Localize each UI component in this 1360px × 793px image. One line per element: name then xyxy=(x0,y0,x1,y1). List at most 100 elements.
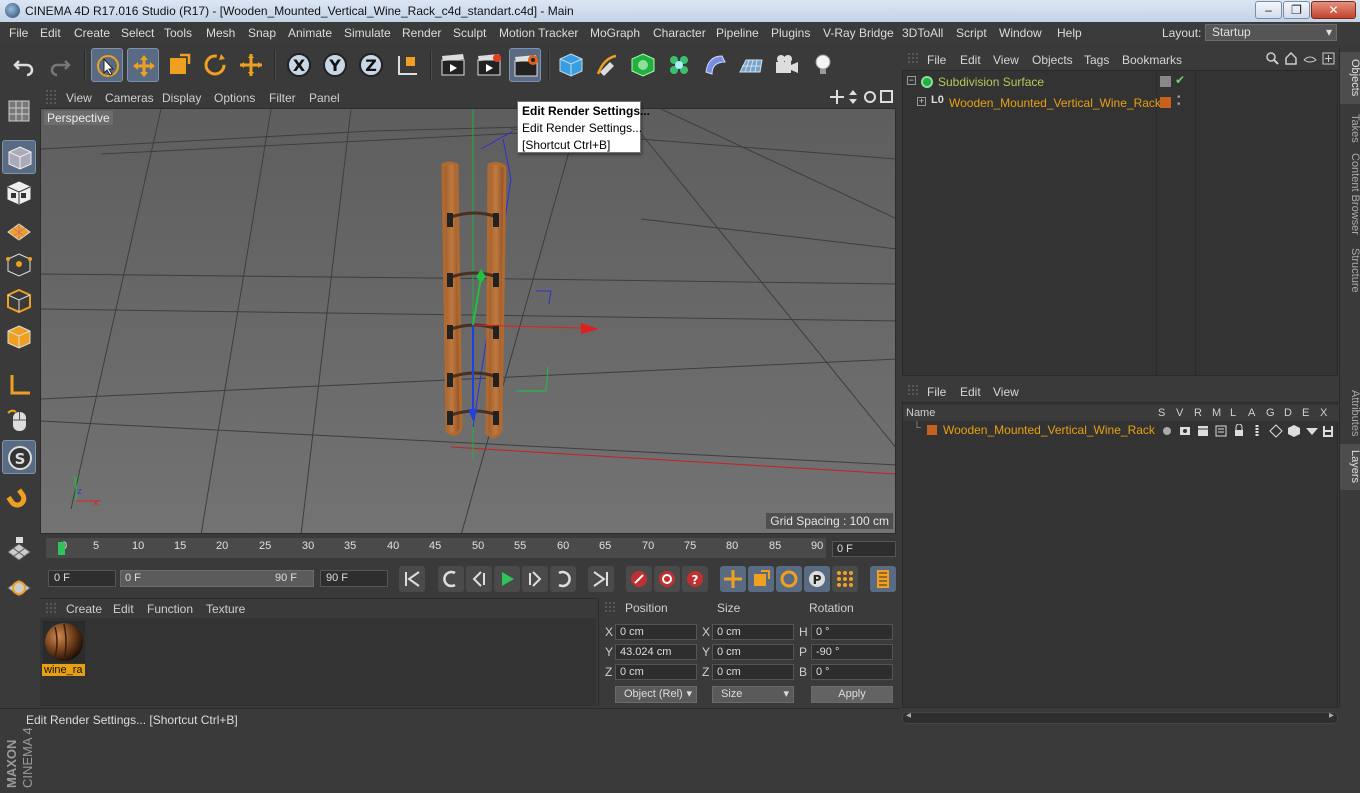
render-view-button[interactable] xyxy=(437,48,469,82)
material-menu-edit[interactable]: Edit xyxy=(113,602,134,616)
layer-toggle-icons[interactable] xyxy=(1161,424,1333,438)
col-deformers[interactable]: D xyxy=(1284,407,1292,419)
key-scale-button[interactable] xyxy=(748,566,774,592)
menu-create[interactable]: Create xyxy=(74,26,110,40)
floor-button[interactable] xyxy=(735,48,767,82)
menu-render[interactable]: Render xyxy=(402,26,441,40)
menu-simulate[interactable]: Simulate xyxy=(344,26,391,40)
make-editable-button[interactable] xyxy=(2,94,36,128)
autokeying-button[interactable] xyxy=(654,566,680,592)
col-name[interactable]: Name xyxy=(906,407,935,419)
previous-key-button[interactable] xyxy=(438,566,464,592)
edge-mode-button[interactable] xyxy=(2,284,36,318)
col-animation[interactable]: A xyxy=(1248,407,1255,419)
object-menu-view[interactable]: View xyxy=(993,53,1019,67)
preview-range-slider[interactable]: 0 F 90 F xyxy=(120,570,314,587)
menu-help[interactable]: Help xyxy=(1057,26,1082,40)
layer-color-swatch[interactable] xyxy=(927,425,937,435)
menu-sculpt[interactable]: Sculpt xyxy=(453,26,486,40)
record-keys-button[interactable] xyxy=(626,566,652,592)
size-mode-select[interactable]: Size ▾ xyxy=(712,686,794,703)
start-frame-field[interactable]: 0 F xyxy=(48,570,116,587)
menu-character[interactable]: Character xyxy=(653,26,706,40)
key-pla-button[interactable] xyxy=(832,566,858,592)
light-button[interactable] xyxy=(807,48,839,82)
perspective-viewport[interactable]: y x z Perspective Grid Spacing : 100 cm xyxy=(40,108,896,534)
deformer-button[interactable] xyxy=(699,48,731,82)
col-render[interactable]: R xyxy=(1194,407,1202,419)
rotation-h-field[interactable]: 0 ° xyxy=(811,624,893,640)
object-name[interactable]: Wooden_Mounted_Vertical_Wine_Rack xyxy=(949,96,1161,110)
object-menu-tags[interactable]: Tags xyxy=(1084,53,1109,67)
object-manager-tools[interactable] xyxy=(1266,52,1336,66)
redo-button[interactable] xyxy=(44,48,76,82)
viewport-menu-cameras[interactable]: Cameras xyxy=(105,91,154,105)
menu-edit[interactable]: Edit xyxy=(40,26,61,40)
workplane-mode-button[interactable] xyxy=(2,212,36,246)
scroll-left-icon[interactable]: ◂ xyxy=(906,710,911,721)
viewport-menu-panel[interactable]: Panel xyxy=(309,91,340,105)
polygon-mode-button[interactable] xyxy=(2,320,36,354)
coordinate-system-button[interactable] xyxy=(391,48,423,82)
visibility-dots-icon[interactable]: • • xyxy=(1177,93,1181,110)
cloner-button[interactable] xyxy=(663,48,695,82)
position-z-field[interactable]: 0 cm xyxy=(615,664,697,680)
menu-animate[interactable]: Animate xyxy=(288,26,332,40)
scroll-right-icon[interactable]: ▸ xyxy=(1329,710,1334,721)
viewport-nav-icons[interactable] xyxy=(830,89,894,105)
menu-mograph[interactable]: MoGraph xyxy=(590,26,640,40)
object-menu-bookmarks[interactable]: Bookmarks xyxy=(1122,53,1182,67)
layer-menu-file[interactable]: File xyxy=(927,385,946,399)
timeline-playhead[interactable] xyxy=(58,542,65,555)
object-name[interactable]: Subdivision Surface xyxy=(938,75,1044,89)
subdivision-surface-button[interactable] xyxy=(627,48,659,82)
timeline-window-button[interactable] xyxy=(870,566,896,592)
tab-attributes[interactable]: Attributes xyxy=(1340,384,1360,442)
horizontal-scrollbar[interactable]: ◂ ▸ xyxy=(902,710,1338,724)
x-axis-lock-button[interactable]: X xyxy=(283,48,315,82)
workplane-lock-button[interactable] xyxy=(2,568,36,602)
col-view[interactable]: V xyxy=(1176,407,1183,419)
menu-3dtoall[interactable]: 3DToAll xyxy=(902,26,943,40)
render-to-picture-viewer-button[interactable] xyxy=(473,48,505,82)
tab-objects[interactable]: Objects xyxy=(1340,52,1360,104)
rotation-b-field[interactable]: 0 ° xyxy=(811,664,893,680)
model-mode-button[interactable] xyxy=(2,140,36,174)
menu-tools[interactable]: Tools xyxy=(164,26,192,40)
cube-primitive-button[interactable] xyxy=(555,48,587,82)
apply-button[interactable]: Apply xyxy=(811,686,893,703)
rotation-p-field[interactable]: -90 ° xyxy=(811,644,893,660)
position-y-field[interactable]: 43.024 cm xyxy=(615,644,697,660)
play-button[interactable] xyxy=(494,566,520,592)
tweak-mode-button[interactable] xyxy=(2,404,36,438)
live-selection-button[interactable] xyxy=(91,48,123,82)
snap-button[interactable] xyxy=(2,484,36,518)
object-menu-edit[interactable]: Edit xyxy=(960,53,981,67)
layer-menu-view[interactable]: View xyxy=(993,385,1019,399)
point-mode-button[interactable] xyxy=(2,248,36,282)
spline-pen-button[interactable] xyxy=(591,48,623,82)
viewport-menu-filter[interactable]: Filter xyxy=(269,91,296,105)
layer-row[interactable]: └ Wooden_Mounted_Vertical_Wine_Rack xyxy=(903,422,1337,440)
close-button[interactable]: ✕ xyxy=(1311,1,1356,19)
undo-button[interactable] xyxy=(8,48,40,82)
material-name[interactable]: wine_ra xyxy=(42,664,85,676)
col-xref[interactable]: X xyxy=(1320,407,1327,419)
menu-motion-tracker[interactable]: Motion Tracker xyxy=(499,26,578,40)
col-manager[interactable]: M xyxy=(1212,407,1221,419)
col-solo[interactable]: S xyxy=(1158,407,1165,419)
object-row-subdivision[interactable]: − Subdivision Surface ✔ xyxy=(903,73,1337,92)
display-toggle-icon[interactable] xyxy=(1160,76,1171,87)
previous-frame-button[interactable] xyxy=(466,566,492,592)
transform-tool-button[interactable] xyxy=(235,48,267,82)
viewport-menu-view[interactable]: View xyxy=(66,91,92,105)
move-tool-button[interactable] xyxy=(127,48,159,82)
minimize-button[interactable]: – xyxy=(1255,1,1282,19)
object-menu-file[interactable]: File xyxy=(927,53,946,67)
camera-button[interactable] xyxy=(771,48,803,82)
viewport-menu-display[interactable]: Display xyxy=(162,91,201,105)
layer-color-icon[interactable] xyxy=(1160,97,1171,108)
menu-script[interactable]: Script xyxy=(956,26,987,40)
tab-structure[interactable]: Structure xyxy=(1340,244,1360,296)
material-menu-texture[interactable]: Texture xyxy=(206,602,245,616)
